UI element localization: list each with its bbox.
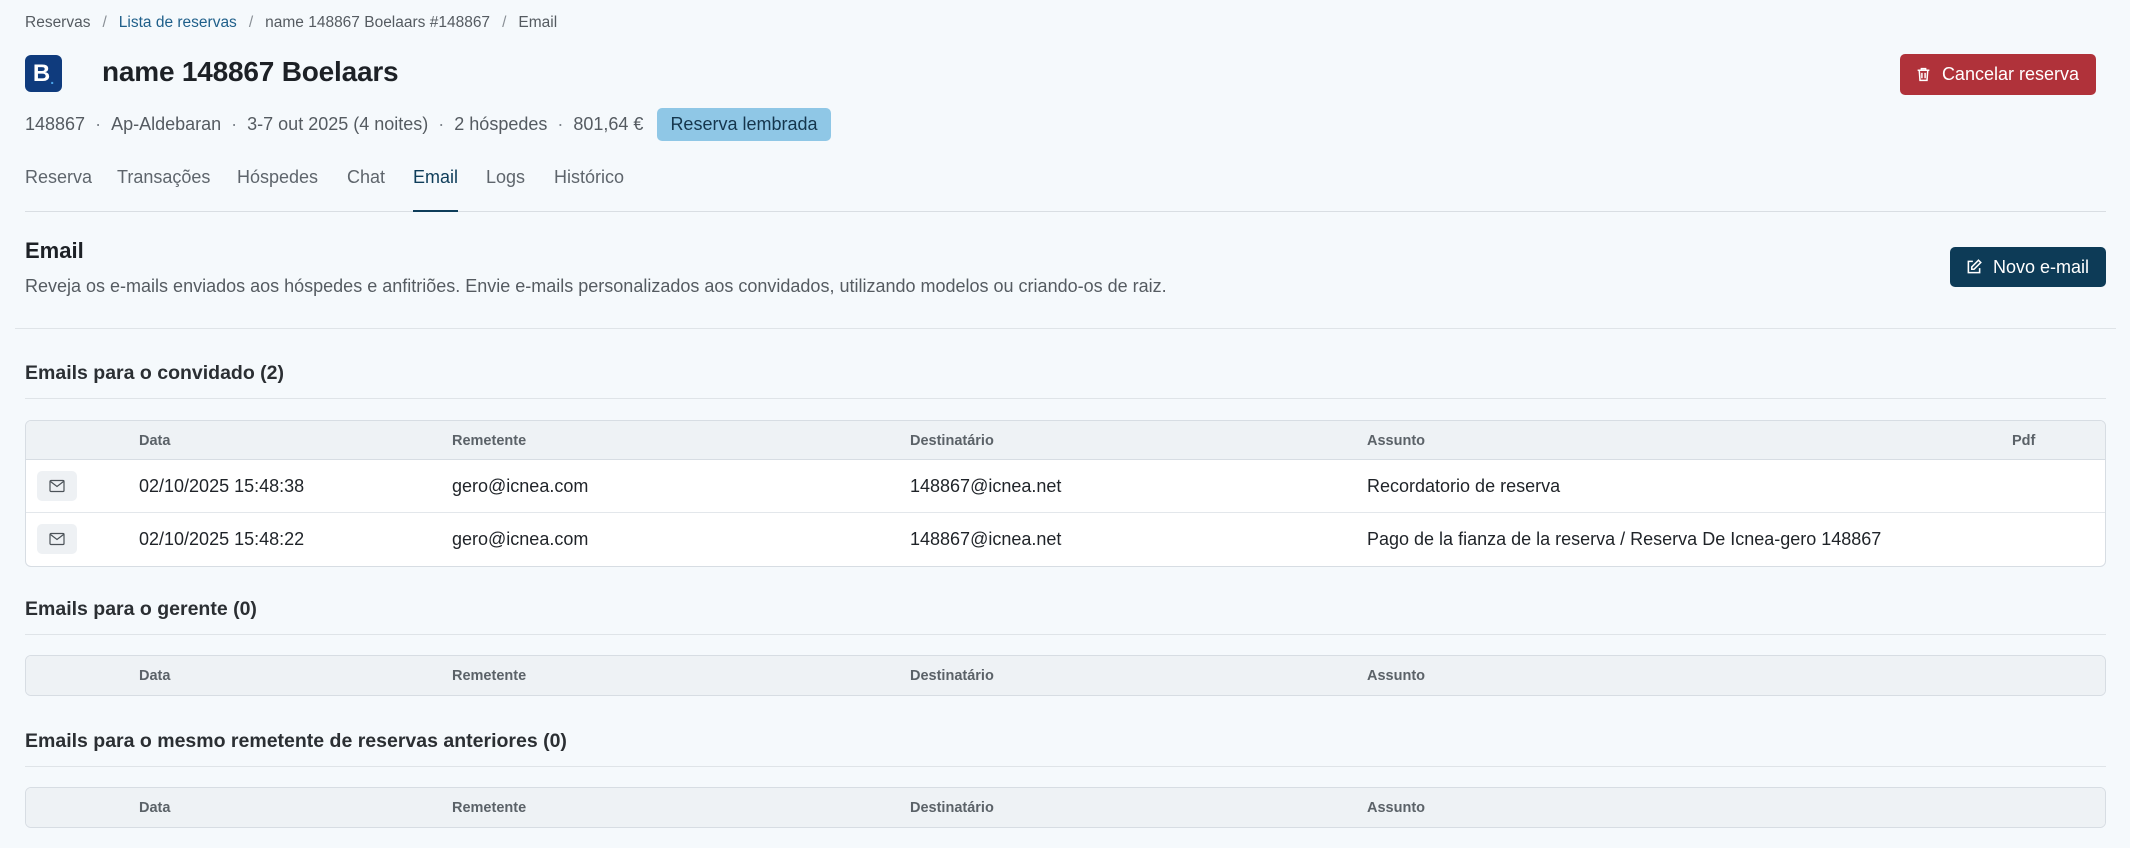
section-title: Email xyxy=(25,238,84,263)
group-title-previous: Emails para o mesmo remetente de reserva… xyxy=(25,730,567,752)
tab-logs[interactable]: Logs xyxy=(486,167,525,188)
tab-hospedes[interactable]: Hóspedes xyxy=(237,167,318,188)
reservation-meta: 148867 · Ap-Aldebaran · 3-7 out 2025 (4 … xyxy=(25,108,831,141)
breadcrumb-reservas[interactable]: Reservas xyxy=(25,14,90,32)
status-badge: Reserva lembrada xyxy=(657,108,831,141)
table-row[interactable]: 02/10/2025 15:48:38 gero@icnea.com 14886… xyxy=(26,460,2105,513)
divider xyxy=(25,634,2106,635)
column-header-subject[interactable]: Assunto xyxy=(1367,433,1425,449)
divider xyxy=(15,328,2116,329)
email-from: gero@icnea.com xyxy=(452,476,589,496)
booking-logo: B. xyxy=(25,55,62,92)
email-to: 148867@icnea.net xyxy=(910,529,1062,549)
reservation-price: 801,64 € xyxy=(573,114,644,134)
email-date: 02/10/2025 15:48:22 xyxy=(139,529,305,549)
new-email-label: Novo e-mail xyxy=(1992,256,2089,277)
reservation-id: 148867 xyxy=(25,114,86,134)
column-header-to[interactable]: Destinatário xyxy=(910,800,994,816)
cancel-reservation-button[interactable]: Cancelar reserva xyxy=(1899,54,2096,95)
envelope-icon xyxy=(49,479,65,493)
column-header-date[interactable]: Data xyxy=(139,800,170,816)
column-header-date[interactable]: Data xyxy=(139,668,170,684)
column-header-to[interactable]: Destinatário xyxy=(910,668,994,684)
breadcrumb: Reservas / Lista de reservas / name 1488… xyxy=(25,14,557,32)
column-header-from[interactable]: Remetente xyxy=(452,800,526,816)
column-header-subject[interactable]: Assunto xyxy=(1367,668,1425,684)
email-date: 02/10/2025 15:48:38 xyxy=(139,476,305,496)
reservation-dates: 3-7 out 2025 (4 noites) xyxy=(247,114,429,134)
manager-emails-table: Data Remetente Destinatário Assunto xyxy=(25,655,2106,696)
email-to: 148867@icnea.net xyxy=(910,476,1062,496)
trash-icon xyxy=(1917,67,1930,82)
new-email-button[interactable]: Novo e-mail xyxy=(1949,247,2106,287)
column-header-subject[interactable]: Assunto xyxy=(1367,800,1425,816)
breadcrumb-lista-de-reservas[interactable]: Lista de reservas xyxy=(119,14,237,32)
previous-emails-table: Data Remetente Destinatário Assunto xyxy=(25,787,2106,828)
page-title: name 148867 Boelaars xyxy=(102,56,399,87)
tab-historico[interactable]: Histórico xyxy=(554,167,624,188)
meta-separator: · xyxy=(231,114,238,134)
column-header-date[interactable]: Data xyxy=(139,433,170,449)
booking-logo-dot: . xyxy=(50,70,55,87)
column-header-to[interactable]: Destinatário xyxy=(910,433,994,449)
group-title-manager: Emails para o gerente (0) xyxy=(25,598,257,620)
divider xyxy=(25,398,2106,399)
meta-separator: · xyxy=(438,114,445,134)
breadcrumb-separator: / xyxy=(248,14,254,31)
cancel-reservation-label: Cancelar reserva xyxy=(1941,64,2079,84)
breadcrumb-separator: / xyxy=(502,14,507,31)
table-header: Data Remetente Destinatário Assunto xyxy=(26,656,2105,695)
email-from: gero@icnea.com xyxy=(452,529,589,549)
tab-transacoes[interactable]: Transações xyxy=(117,167,210,188)
view-email-button[interactable] xyxy=(37,524,77,554)
group-title-guest: Emails para o convidado (2) xyxy=(25,362,284,384)
envelope-icon xyxy=(49,532,65,546)
guest-emails-table: Data Remetente Destinatário Assunto Pdf … xyxy=(25,420,2106,567)
breadcrumb-reservation[interactable]: name 148867 Boelaars #148867 xyxy=(265,14,490,32)
table-header: Data Remetente Destinatário Assunto xyxy=(26,788,2105,827)
edit-icon xyxy=(1967,259,1982,274)
email-subject: Recordatorio de reserva xyxy=(1367,476,1561,496)
divider xyxy=(25,766,2106,767)
email-subject: Pago de la fianza de la reserva / Reserv… xyxy=(1367,529,1882,549)
reservation-apartment: Ap-Aldebaran xyxy=(111,114,222,134)
view-email-button[interactable] xyxy=(37,471,77,501)
column-header-pdf: Pdf xyxy=(2012,433,2036,449)
breadcrumb-current: Email xyxy=(518,14,558,31)
breadcrumb-separator: / xyxy=(102,14,107,31)
column-header-from[interactable]: Remetente xyxy=(452,433,526,449)
section-description: Reveja os e-mails enviados aos hóspedes … xyxy=(25,276,1167,296)
booking-logo-letter: B xyxy=(32,59,51,87)
tab-chat[interactable]: Chat xyxy=(347,167,385,188)
tab-email[interactable]: Email xyxy=(413,167,459,212)
table-header: Data Remetente Destinatário Assunto Pdf xyxy=(26,421,2105,460)
tab-reserva[interactable]: Reserva xyxy=(25,167,92,188)
meta-separator: · xyxy=(95,114,102,134)
table-row[interactable]: 02/10/2025 15:48:22 gero@icnea.com 14886… xyxy=(26,513,2105,566)
meta-separator: · xyxy=(557,114,564,134)
column-header-from[interactable]: Remetente xyxy=(452,668,526,684)
tab-bar: Reserva Transações Hóspedes Chat Email L… xyxy=(25,160,2106,212)
reservation-guests: 2 hóspedes xyxy=(454,114,548,134)
